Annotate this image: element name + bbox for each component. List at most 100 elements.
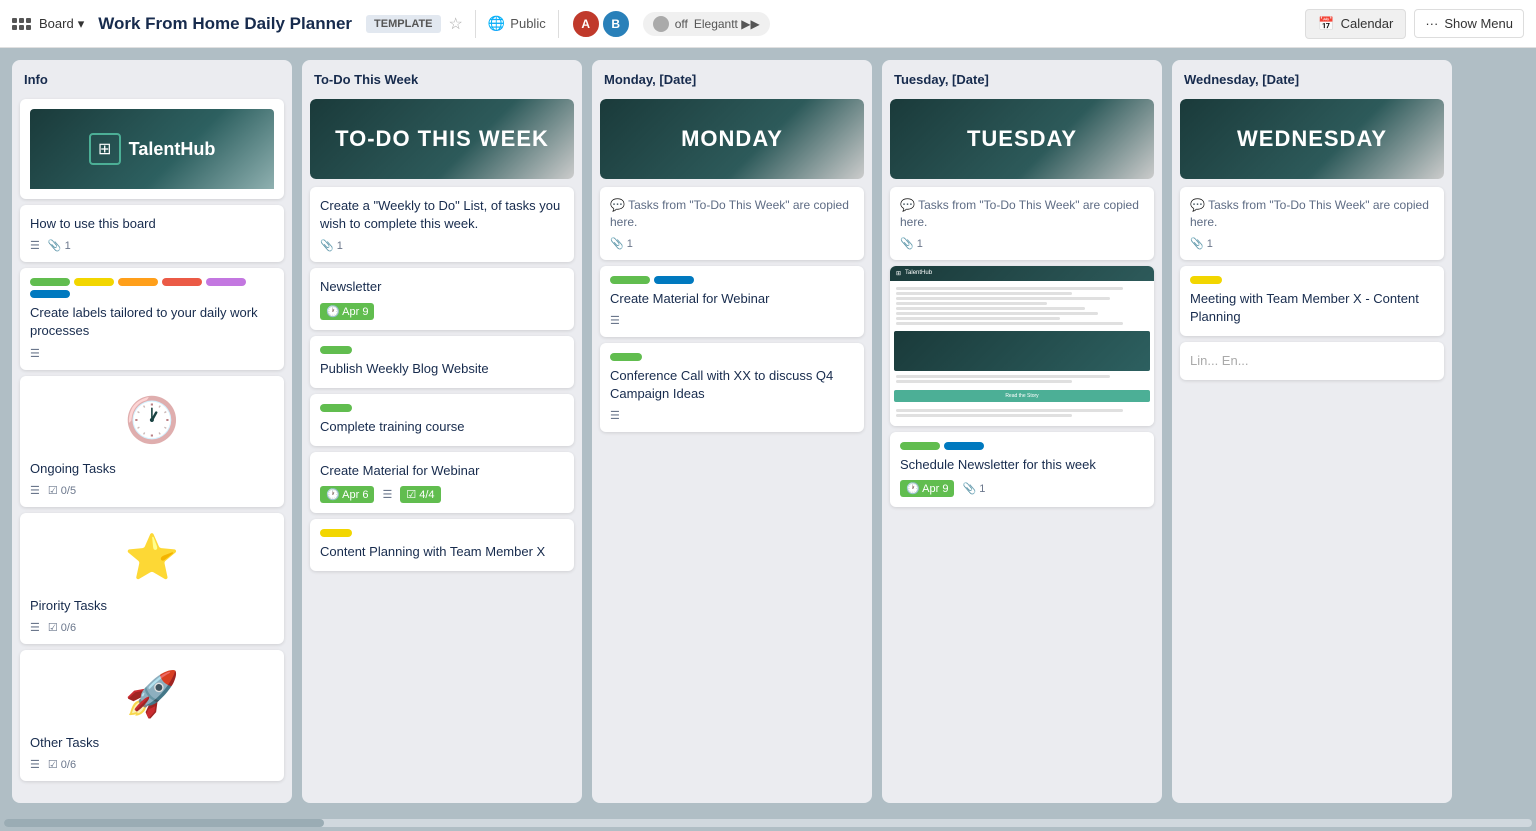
avatar[interactable]: B [601,9,631,39]
card-wednesday-note[interactable]: 💬 Tasks from "To-Do This Week" are copie… [1180,187,1444,260]
card-priority-tasks[interactable]: ⭐ Pirority Tasks ☰ ☑ 0/6 [20,513,284,644]
newsletter-header: ⊞ TalentHub [890,266,1154,281]
logo-banner: ⊞ TalentHub [30,109,274,189]
date-badge: 🕐 Apr 6 [320,486,374,503]
monday-banner: MONDAY [600,99,864,179]
lines-icon: ☰ [382,488,392,501]
newsletter-cta-image [894,331,1150,371]
newsletter-footer-extra [890,405,1154,421]
attachment-icon: 📎 1 [1190,237,1213,250]
attachment-icon: 📎 1 [900,237,923,250]
date-badge: 🕐 Apr 9 [900,480,954,497]
column-tuesday: Tuesday, [Date] TUESDAY 💬 Tasks from "To… [882,60,1162,803]
column-header-monday: Monday, [Date] [600,68,864,93]
card-title: Meeting with Team Member X - Content Pla… [1190,290,1434,326]
card-schedule-newsletter[interactable]: Schedule Newsletter for this week 🕐 Apr … [890,432,1154,507]
label-blue [30,290,70,298]
card-title: Other Tasks [30,734,274,752]
card-webinar-material[interactable]: Create Material for Webinar ☰ [600,266,864,337]
card-labels[interactable]: Create labels tailored to your daily wor… [20,268,284,369]
template-badge: TEMPLATE [366,15,440,33]
label-group [610,276,854,284]
date-badge: 🕐 Apr 9 [320,303,374,320]
board-view-icon[interactable] [12,18,31,30]
card-conference-call[interactable]: Conference Call with XX to discuss Q4 Ca… [600,343,864,432]
card-other-tasks[interactable]: 🚀 Other Tasks ☰ ☑ 0/6 [20,650,284,781]
divider [558,10,559,38]
card-meta: 📎 1 [320,239,564,252]
card-meta: 🕐 Apr 9 📎 1 [900,480,1144,497]
card-content-planning[interactable]: Content Planning with Team Member X [310,519,574,571]
card-weekly-list[interactable]: Create a "Weekly to Do" List, of tasks y… [310,187,574,262]
text-line [896,302,1047,305]
label-red [162,278,202,286]
card-title: Lin... En... [1190,352,1434,370]
horizontal-scrollbar[interactable] [0,815,1536,831]
label-green [610,353,642,361]
text-line [896,322,1123,325]
tuesday-banner: TUESDAY [890,99,1154,179]
elegantt-toggle[interactable]: off Elegantt ▶▶ [643,12,770,36]
card-publish-blog[interactable]: Publish Weekly Blog Website [310,336,574,388]
toggle-dot [653,16,669,32]
card-meta: ☰ ☑ 0/6 [30,621,274,634]
newsletter-footer [890,371,1154,387]
card-meta: ☰ ☑ 0/5 [30,484,274,497]
card-meeting-content-planning[interactable]: Meeting with Team Member X - Content Pla… [1180,266,1444,336]
card-talenthub-logo[interactable]: ⊞ TalentHub [20,99,284,199]
card-create-webinar[interactable]: Create Material for Webinar 🕐 Apr 6 ☰ ☑ … [310,452,574,513]
label-green [30,278,70,286]
text-line [896,292,1072,295]
card-wednesday-extra[interactable]: Lin... En... [1180,342,1444,380]
visibility-toggle[interactable]: 🌐 Public [488,15,546,32]
star-icon[interactable]: ☆ [449,14,463,34]
calendar-button[interactable]: 📅 Calendar [1305,9,1406,39]
chevron-down-icon: ▾ [78,16,85,32]
talenthub-logo: ⊞ TalentHub [89,133,216,165]
card-how-to[interactable]: How to use this board ☰ 📎 1 [20,205,284,262]
card-newsletter[interactable]: Newsletter 🕐 Apr 9 [310,268,574,329]
text-line [896,307,1085,310]
divider [475,10,476,38]
label-yellow [74,278,114,286]
card-meta: 📎 1 [610,237,854,250]
label-group [30,278,274,298]
text-line [896,414,1072,417]
column-wednesday: Wednesday, [Date] WEDNESDAY 💬 Tasks from… [1172,60,1452,803]
column-info: Info ⊞ TalentHub How to use this board ☰… [12,60,292,803]
card-meta: 📎 1 [900,237,1144,250]
topbar: Board ▾ Work From Home Daily Planner TEM… [0,0,1536,48]
newsletter-read-btn: Read the Story [894,390,1150,402]
text-line [896,317,1060,320]
card-monday-note[interactable]: 💬 Tasks from "To-Do This Week" are copie… [600,187,864,260]
attachment-icon: 📎 1 [48,239,71,252]
avatar[interactable]: A [571,9,601,39]
newsletter-body [890,281,1154,331]
column-header-tuesday: Tuesday, [Date] [890,68,1154,93]
label-yellow [1190,276,1222,284]
card-title: How to use this board [30,215,274,233]
lines-icon: ☰ [30,484,40,497]
text-line [896,287,1123,290]
card-ongoing-tasks[interactable]: 🕐 Ongoing Tasks ☰ ☑ 0/5 [20,376,284,507]
card-title: Create Material for Webinar [610,290,854,308]
card-tuesday-note[interactable]: 💬 Tasks from "To-Do This Week" are copie… [890,187,1154,260]
card-title: Schedule Newsletter for this week [900,456,1144,474]
label-group [610,353,854,361]
attachment-icon: 📎 1 [320,239,343,252]
talenthub-icon: ⊞ [896,270,901,277]
board-label[interactable]: Board ▾ [39,16,84,32]
star-icon: ⭐ [125,531,180,583]
card-complete-training[interactable]: Complete training course [310,394,574,446]
lines-icon: ☰ [30,239,40,252]
show-menu-button[interactable]: ··· Show Menu [1414,9,1524,38]
card-meta: 🕐 Apr 9 [320,303,564,320]
wednesday-banner: WEDNESDAY [1180,99,1444,179]
todo-banner: TO-DO THIS WEEK [310,99,574,179]
label-group [320,346,564,354]
card-title: Create labels tailored to your daily wor… [30,304,274,340]
label-purple [206,278,246,286]
checklist-meta: ☑ 0/6 [48,758,76,771]
card-newsletter-image[interactable]: ⊞ TalentHub Read t [890,266,1154,426]
banner-text: TO-DO THIS WEEK [310,99,574,179]
